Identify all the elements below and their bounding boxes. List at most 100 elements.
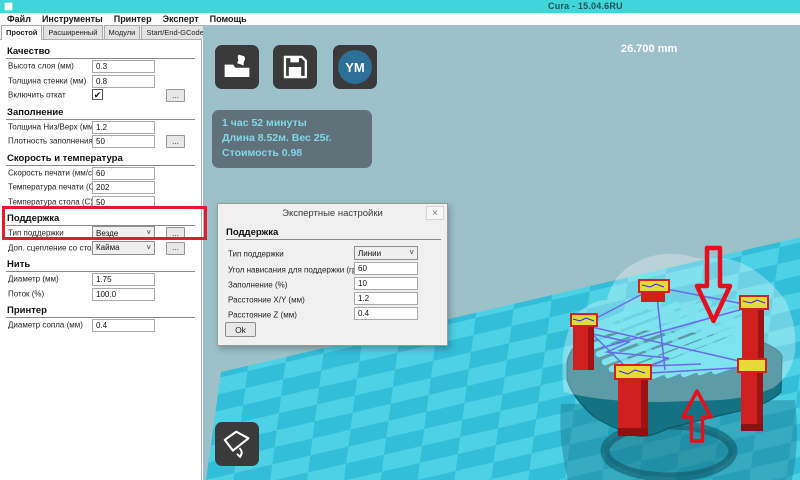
dialog-title: Экспертные настройки (218, 208, 447, 219)
youmagine-label: YM (345, 60, 365, 75)
dlg-support-type-select[interactable]: Линии ˅ (354, 246, 418, 260)
distance-z-input[interactable] (354, 307, 418, 320)
setting-row: Диаметр сопла (мм) (0, 318, 201, 333)
bed-temperature-label: Температура стола (C) (8, 197, 93, 206)
dialog-close-button[interactable]: × (426, 206, 444, 220)
filament-diameter-label: Диаметр (мм) (8, 275, 59, 284)
tab-simple[interactable]: Простой (1, 25, 42, 40)
settings-panel: Простой Расширенный Модули Start/End-GCo… (0, 25, 202, 480)
bed-temperature-input[interactable] (92, 196, 155, 209)
app-icon (4, 2, 13, 11)
youmagine-button[interactable]: YM (333, 45, 377, 89)
flow-label: Поток (%) (8, 289, 44, 298)
section-quality: Качество (6, 46, 195, 59)
layer-height-input[interactable] (92, 60, 155, 73)
retraction-ellipsis-button[interactable]: ... (166, 89, 185, 102)
menu-item-file[interactable]: Файл (7, 14, 31, 24)
setting-row: Диаметр (мм) (0, 272, 201, 287)
setting-row: Включить откат ✔ ... (0, 88, 201, 103)
fill-density-input[interactable] (92, 135, 155, 148)
section-filament: Нить (6, 259, 195, 272)
combo-value: Линии (358, 249, 381, 258)
print-temperature-input[interactable] (92, 181, 155, 194)
tab-gcode[interactable]: Start/End-GCode (141, 25, 209, 39)
wall-thickness-label: Толщина стенки (мм) (8, 76, 86, 85)
setting-row: Заполнение (%) (218, 277, 449, 292)
overhang-angle-input[interactable] (354, 262, 418, 275)
setting-row: Поток (%) (0, 287, 201, 302)
distance-xy-label: Расстояние X/Y (мм) (228, 295, 305, 304)
rotate-tool-button[interactable] (215, 422, 259, 466)
dlg-support-type-label: Тип поддержки (228, 249, 284, 258)
tabstrip: Простой Расширенный Модули Start/End-GCo… (0, 25, 202, 40)
print-cost: Стоимость 0.98 (222, 146, 362, 161)
adhesion-ellipsis-button[interactable]: ... (166, 242, 185, 255)
ok-button[interactable]: Ok (225, 322, 256, 337)
support-type-select[interactable]: Везде ˅ (92, 226, 155, 240)
setting-row: Тип поддержки Везде ˅ ... (0, 226, 201, 241)
setting-row: Скорость печати (мм/с) (0, 166, 201, 181)
filament-diameter-input[interactable] (92, 273, 155, 286)
menu-item-expert[interactable]: Эксперт (163, 14, 199, 24)
save-toolpath-button[interactable] (273, 45, 317, 89)
combo-value: Кайма (96, 243, 120, 252)
section-machine: Принтер (6, 305, 195, 318)
setting-row: Толщина Низ/Верх (мм) (0, 120, 201, 135)
section-speed-temp: Скорость и температура (6, 153, 195, 166)
check-icon: ✔ (94, 90, 102, 100)
chevron-down-icon: ˅ (409, 250, 414, 256)
section-fill: Заполнение (6, 107, 195, 120)
tab-plugins[interactable]: Модули (104, 25, 141, 39)
wall-thickness-input[interactable] (92, 75, 155, 88)
distance-xy-input[interactable] (354, 292, 418, 305)
setting-row: Расстояние X/Y (мм) (218, 292, 449, 307)
setting-row: Температура стола (C) (0, 195, 201, 210)
layer-height-label: Высота слоя (мм) (8, 62, 74, 71)
tab-advanced[interactable]: Расширенный (43, 25, 102, 39)
menubar: Файл Инструменты Принтер Эксперт Помощь (0, 13, 800, 25)
load-model-button[interactable] (215, 45, 259, 89)
panel-content: Качество Высота слоя (мм) Толщина стенки… (0, 42, 201, 333)
setting-row: Доп. сцепление со столом Кайма ˅ ... (0, 241, 201, 256)
setting-row: Угол нависания для поддержки (градусы) (218, 262, 449, 277)
print-speed-input[interactable] (92, 167, 155, 180)
setting-row: Толщина стенки (мм) (0, 74, 201, 89)
print-time: 1 час 52 минуты (222, 116, 362, 131)
fill-density-ellipsis-button[interactable]: ... (166, 135, 185, 148)
support-ellipsis-button[interactable]: ... (166, 227, 185, 240)
retraction-checkbox[interactable]: ✔ (92, 89, 103, 100)
rotate-icon (219, 426, 255, 462)
dialog-section-support: Поддержка (226, 227, 441, 240)
print-temperature-label: Температура печати (C) (8, 183, 97, 192)
menu-item-printer[interactable]: Принтер (114, 14, 152, 24)
support-type-label: Тип поддержки (8, 229, 64, 238)
print-speed-label: Скорость печати (мм/с) (8, 168, 95, 177)
dimension-label: 26.700 mm (621, 43, 677, 55)
print-material: Длина 8.52м. Вес 25г. (222, 131, 362, 146)
platform-adhesion-select[interactable]: Кайма ˅ (92, 241, 155, 255)
flow-input[interactable] (92, 288, 155, 301)
menu-item-tools[interactable]: Инструменты (42, 14, 103, 24)
setting-row: Расстояние Z (мм) (218, 307, 449, 322)
nozzle-size-label: Диаметр сопла (мм) (8, 321, 83, 330)
chevron-down-icon: ˅ (146, 230, 151, 236)
save-icon (278, 50, 312, 84)
expert-settings-dialog: Экспертные настройки × Поддержка Тип под… (217, 203, 448, 346)
distance-z-label: Расстояние Z (мм) (228, 310, 297, 319)
bottom-top-thickness-input[interactable] (92, 121, 155, 134)
support-fill-input[interactable] (354, 277, 418, 290)
setting-row: Плотность заполнения (%) ... (0, 134, 201, 149)
window-title: Cura - 15.04.6RU (548, 1, 623, 11)
menu-item-help[interactable]: Помощь (210, 14, 247, 24)
bottom-top-thickness-label: Толщина Низ/Верх (мм) (8, 122, 96, 131)
section-support: Поддержка (6, 213, 195, 226)
cura-window: Cura - 15.04.6RU Файл Инструменты Принте… (0, 0, 800, 480)
support-fill-label: Заполнение (%) (228, 280, 287, 289)
nozzle-size-input[interactable] (92, 319, 155, 332)
chevron-down-icon: ˅ (146, 245, 151, 251)
titlebar: Cura - 15.04.6RU (0, 0, 800, 13)
load-model-icon (220, 50, 254, 84)
setting-row: Тип поддержки Линии ˅ (218, 246, 449, 261)
print-stats: 1 час 52 минуты Длина 8.52м. Вес 25г. Ст… (212, 110, 372, 168)
retraction-label: Включить откат (8, 91, 66, 100)
